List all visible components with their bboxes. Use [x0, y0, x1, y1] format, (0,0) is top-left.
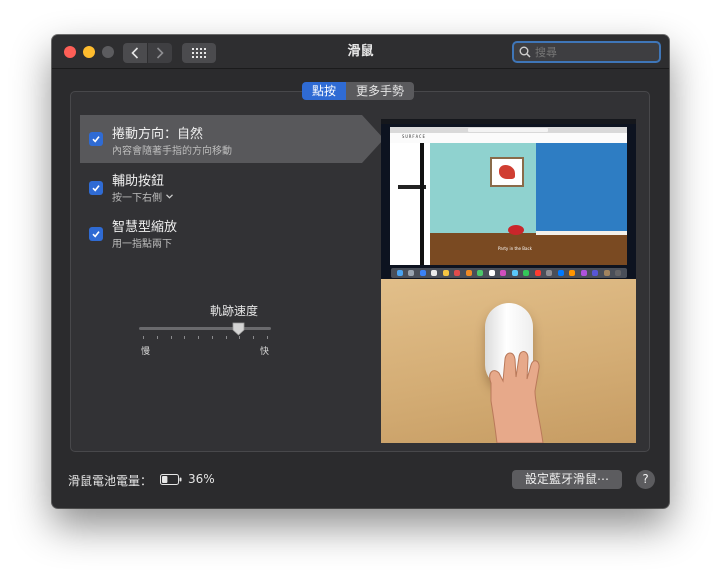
forward-button[interactable]: [148, 43, 172, 63]
option-subtitle: 用一指點兩下: [112, 239, 172, 250]
slider-tick: [239, 336, 241, 339]
preview-site-name: SURFACE: [402, 134, 426, 139]
preview-desk: [381, 279, 636, 443]
minimize-window-button[interactable]: [83, 46, 95, 58]
option-secondary-click[interactable]: 輔助按鈕 按一下右側: [80, 164, 362, 212]
preview-screen: SURFACE Party in the Back: [381, 119, 636, 279]
tab-more-gestures[interactable]: 更多手勢: [346, 82, 415, 100]
hand-icon: [489, 351, 544, 443]
search-icon: [519, 46, 531, 58]
show-all-button[interactable]: [182, 43, 216, 63]
option-title: 輔助按鈕: [112, 174, 165, 189]
slider-ticks: [143, 336, 268, 340]
slider-tick: [143, 336, 144, 339]
slider-tick: [156, 336, 158, 339]
option-subtitle: 按一下右側: [112, 193, 162, 204]
search-input[interactable]: [535, 45, 655, 59]
slider-tick: [170, 336, 172, 339]
preferences-window: 滑鼠 點按 更多手勢 捲動方向：自然 內容會隨著手指的方向移動 輔助按鈕 按一下…: [52, 35, 669, 508]
grid-icon: [192, 48, 206, 58]
close-window-button[interactable]: [64, 46, 76, 58]
help-button[interactable]: ?: [636, 470, 655, 489]
secondary-click-checkbox[interactable]: [89, 181, 103, 195]
smart-zoom-checkbox[interactable]: [89, 227, 103, 241]
battery-percentage: 36%: [188, 472, 215, 486]
preview-menubar: [381, 119, 636, 124]
checkmark-icon: [92, 136, 100, 143]
setup-bluetooth-mouse-button[interactable]: 設定藍牙滑鼠⋯: [512, 470, 622, 489]
chevron-left-icon: [131, 47, 139, 59]
tracking-speed-slider[interactable]: [139, 327, 271, 330]
title-bar: 滑鼠: [52, 35, 669, 69]
battery-icon: [160, 474, 182, 485]
chevron-right-icon: [156, 47, 164, 59]
tab-point-and-click[interactable]: 點按: [302, 82, 347, 100]
option-smart-zoom[interactable]: 智慧型縮放 用一指點兩下: [80, 210, 362, 258]
checkmark-icon: [92, 185, 100, 192]
slow-label: 慢: [141, 347, 151, 357]
slider-tick: [184, 336, 186, 339]
slider-tick: [211, 336, 213, 339]
preview-dock: [391, 268, 627, 278]
battery-label: 滑鼠電池電量：: [68, 474, 153, 488]
option-scroll-direction[interactable]: 捲動方向：自然 內容會隨著手指的方向移動: [80, 115, 362, 163]
slider-tick: [225, 336, 227, 339]
preview-caption: Party in the Back: [498, 246, 532, 251]
secondary-click-dropdown[interactable]: 按一下右側: [112, 189, 173, 204]
slider-tick: [198, 336, 200, 339]
checkmark-icon: [92, 231, 100, 238]
settings-panel: 捲動方向：自然 內容會隨著手指的方向移動 輔助按鈕 按一下右側 智慧型縮放 用一…: [70, 91, 650, 452]
slider-tick: [267, 336, 268, 339]
search-field[interactable]: [512, 41, 661, 63]
scroll-direction-checkbox[interactable]: [89, 132, 103, 146]
chevron-down-icon: [166, 194, 173, 199]
preview-artwork: [490, 157, 524, 187]
option-title: 智慧型縮放: [112, 220, 178, 235]
slider-tick: [253, 336, 255, 339]
tracking-speed-label: 軌跡速度: [209, 304, 258, 318]
gesture-preview: SURFACE Party in the Back: [381, 119, 636, 443]
fast-label: 快: [260, 347, 270, 357]
zoom-window-button[interactable]: [102, 46, 114, 58]
preview-browser: SURFACE Party in the Back: [390, 127, 627, 265]
back-button[interactable]: [123, 43, 147, 63]
option-subtitle: 內容會隨著手指的方向移動: [112, 146, 232, 157]
option-title: 捲動方向：自然: [112, 127, 204, 142]
slider-thumb[interactable]: [232, 321, 245, 336]
tab-control: 點按 更多手勢: [302, 82, 415, 100]
